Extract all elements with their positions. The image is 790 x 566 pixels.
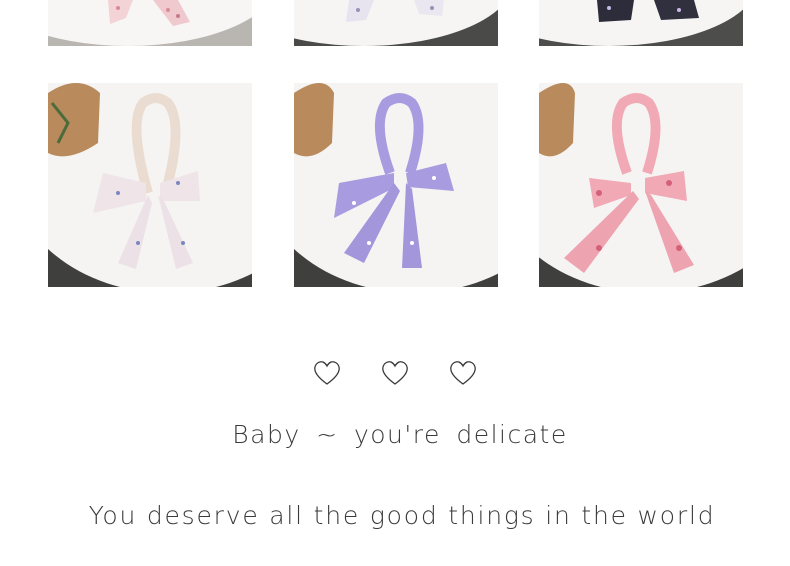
tagline-delicate: Baby ~ you're delicate	[232, 420, 568, 449]
heart-outline-icon	[448, 358, 478, 388]
product-photo-top-2	[294, 0, 498, 46]
product-photo-lavender-bow	[294, 83, 498, 287]
heart-outline-icon	[380, 358, 410, 388]
heart-outline-icon	[312, 358, 342, 388]
product-photo-beige-bow	[48, 83, 252, 287]
tagline-deserve: You deserve all the good things in the w…	[88, 501, 716, 530]
hearts-decoration	[0, 358, 790, 388]
product-photo-top-1	[48, 0, 252, 46]
product-photo-top-3	[539, 0, 743, 46]
product-photo-pink-bow	[539, 83, 743, 287]
